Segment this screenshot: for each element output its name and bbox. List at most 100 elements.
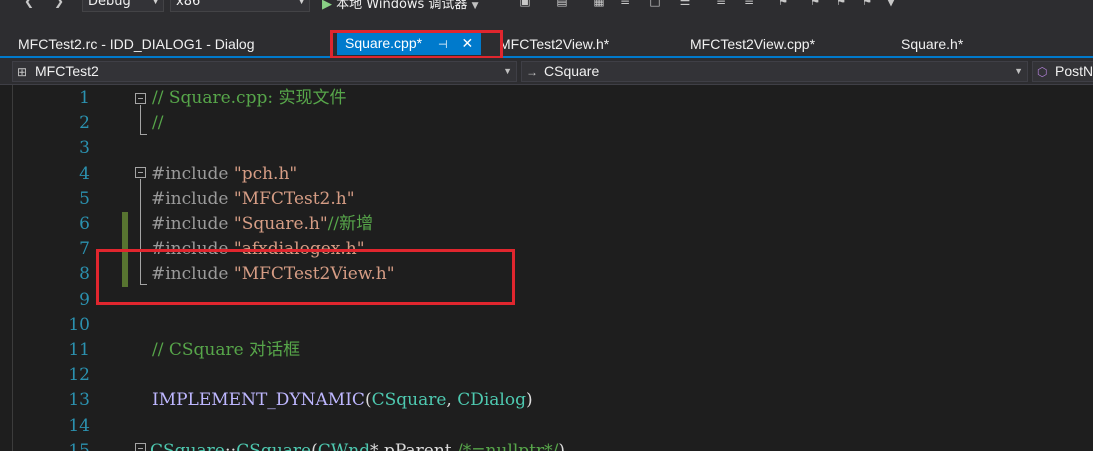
- code-token: /*=nullptr*/: [457, 440, 559, 451]
- code-line[interactable]: #include "MFCTest2.h": [151, 188, 355, 210]
- code-line[interactable]: // Square.cpp: 实现文件: [152, 87, 346, 109]
- code-token: ::: [224, 440, 237, 451]
- member-dropdown[interactable]: ⬡ PostN: [1032, 61, 1093, 82]
- next-bookmark-icon[interactable]: ⚑: [834, 0, 848, 8]
- code-token: ): [558, 440, 565, 451]
- collapse-icon[interactable]: [135, 167, 146, 178]
- line-number: 2: [79, 113, 90, 134]
- code-editor[interactable]: 1 2 3 4 5 6 7 8 9 10 11 12 13 14 15 // Square.cpp: 实现文…: [0, 85, 1093, 451]
- prev-bookmark-icon[interactable]: ⚑: [808, 0, 822, 8]
- bookmark-icon[interactable]: ⚑: [776, 0, 790, 8]
- collapse-icon[interactable]: [135, 443, 146, 451]
- tab-label: MFCTest2View.cpp*: [690, 36, 816, 52]
- code-token: #include: [151, 239, 234, 260]
- platform-dropdown[interactable]: x86 ▼: [170, 0, 310, 12]
- browse-icon[interactable]: ▦: [592, 0, 606, 8]
- tab-mfctest2view-cpp[interactable]: MFCTest2View.cpp*: [690, 34, 815, 56]
- close-icon[interactable]: ✕: [461, 33, 473, 53]
- chevron-down-icon: ▼: [298, 0, 305, 6]
- tab-label: MFCTest2.rc - IDD_DIALOG1 - Dialog: [18, 36, 255, 52]
- code-token: #include: [151, 188, 234, 209]
- line-number: 8: [79, 264, 90, 285]
- line-number: 13: [68, 390, 90, 411]
- line-number: 5: [79, 188, 90, 209]
- code-token: (: [364, 390, 372, 411]
- overflow-chevron-icon[interactable]: ▼: [884, 0, 898, 8]
- code-token: (: [311, 440, 318, 451]
- pin-icon[interactable]: ⊣: [438, 35, 448, 55]
- back-icon[interactable]: ❮: [22, 0, 36, 8]
- code-token: "pch.h": [233, 163, 298, 184]
- platform-value: x86: [176, 0, 201, 9]
- window-icon[interactable]: □: [648, 0, 662, 8]
- chevron-down-icon: ▼: [1014, 66, 1023, 76]
- find-in-files-icon[interactable]: ▤: [555, 0, 569, 8]
- change-marker: [122, 237, 128, 287]
- start-debugging-label: 本地 Windows 调试器: [336, 0, 468, 12]
- line-number: 12: [68, 365, 90, 386]
- code-line[interactable]: #include "Square.h"//新增: [151, 213, 373, 235]
- code-token: //新增: [327, 214, 374, 234]
- code-line[interactable]: #include "afxdialogex.h": [151, 238, 365, 260]
- code-token: CSquare: [150, 440, 225, 451]
- navigation-bar: ⊞ MFCTest2 ▼ → CSquare ▼ ⬡ PostN: [0, 58, 1093, 85]
- code-token: // CSquare 对话框: [152, 340, 301, 360]
- code-token: "MFCTest2.h": [233, 188, 355, 209]
- tab-square-cpp[interactable]: Square.cpp* ⊣ ✕: [337, 33, 482, 55]
- method-icon: ⬡: [1037, 65, 1048, 79]
- class-dropdown[interactable]: → CSquare ▼: [521, 61, 1028, 82]
- line-number: 10: [68, 314, 90, 335]
- outline-guide: [140, 105, 141, 134]
- start-debugging-button[interactable]: ▶ 本地 Windows 调试器 ▼: [322, 0, 479, 12]
- indent-icon[interactable]: ≡: [714, 0, 728, 8]
- clear-bookmarks-icon[interactable]: ⚑: [860, 0, 874, 8]
- fire-icon[interactable]: ▣: [518, 0, 532, 8]
- code-token: #include: [151, 163, 234, 184]
- arrow-right-icon: →: [526, 65, 538, 79]
- line-number: 15: [68, 440, 90, 451]
- line-number: 4: [79, 163, 90, 184]
- line-number: 14: [68, 415, 90, 436]
- list-icon[interactable]: ☰: [678, 0, 692, 8]
- code-line[interactable]: // CSquare 对话框: [152, 339, 300, 361]
- code-token: CSquare: [371, 390, 447, 411]
- solution-config-value: Debug: [88, 0, 131, 9]
- chevron-down-icon: ▼: [471, 1, 479, 11]
- outline-guide: [140, 179, 141, 284]
- editor-left-margin: [12, 85, 13, 451]
- outline-guide-end: [140, 284, 147, 285]
- tab-square-h[interactable]: Square.h*: [901, 34, 963, 56]
- change-marker: [122, 212, 128, 237]
- line-number: 9: [79, 289, 90, 310]
- code-token: ,: [446, 390, 458, 411]
- code-line[interactable]: #include "pch.h": [151, 163, 297, 185]
- code-token: CSquare: [236, 440, 312, 451]
- code-token: "Square.h": [233, 214, 328, 234]
- tab-label: MFCTest2View.h*: [499, 36, 610, 52]
- code-line[interactable]: CSquare::CSquare(CWnd* pParent /*=nullpt…: [150, 440, 565, 451]
- tab-mfctest2-rc[interactable]: MFCTest2.rc - IDD_DIALOG1 - Dialog: [18, 34, 255, 56]
- outdent-icon[interactable]: ≡: [742, 0, 756, 8]
- code-token: CWnd: [317, 440, 371, 451]
- code-line[interactable]: IMPLEMENT_DYNAMIC(CSquare, CDialog): [152, 389, 533, 411]
- code-token: "MFCTest2View.h": [233, 264, 395, 285]
- project-dropdown[interactable]: ⊞ MFCTest2 ▼: [12, 61, 517, 82]
- collapse-icon[interactable]: [135, 93, 146, 104]
- code-token: #include: [151, 214, 234, 234]
- project-dropdown-value: MFCTest2: [35, 63, 99, 79]
- code-token: //: [152, 113, 164, 134]
- code-token: // Square.cpp: 实现文件: [152, 88, 347, 108]
- solution-config-dropdown[interactable]: Debug ▼: [82, 0, 164, 12]
- line-number: 6: [79, 214, 90, 234]
- code-line[interactable]: #include "MFCTest2View.h": [151, 263, 395, 285]
- line-number: 11: [68, 340, 90, 360]
- align-icon[interactable]: ≡: [618, 0, 632, 8]
- chevron-down-icon: ▼: [503, 66, 512, 76]
- member-dropdown-value: PostN: [1055, 63, 1093, 79]
- code-line[interactable]: //: [152, 112, 163, 134]
- toolbar: ❮ ❯ Debug ▼ x86 ▼ ▶ 本地 Windows 调试器 ▼ ▣ ▤…: [0, 0, 1093, 26]
- tab-mfctest2view-h[interactable]: MFCTest2View.h*: [499, 34, 609, 56]
- code-token: "afxdialogex.h": [233, 239, 365, 260]
- forward-icon[interactable]: ❯: [52, 0, 66, 8]
- tab-label: Square.h*: [901, 36, 964, 52]
